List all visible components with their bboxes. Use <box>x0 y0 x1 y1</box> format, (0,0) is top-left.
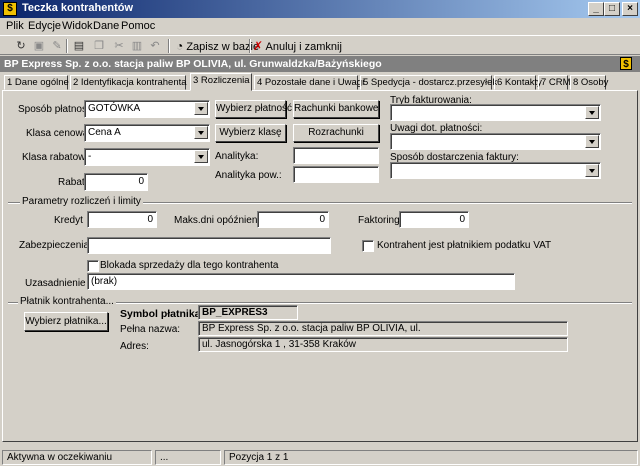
payer-fullname-label: Pełna nazwa: <box>120 324 181 335</box>
billing-mode-select[interactable] <box>390 104 601 121</box>
analytics-extra-label: Analityka pow.: <box>215 170 282 181</box>
bank-accounts-button[interactable]: Rachunki bankowe <box>293 100 379 118</box>
payer-symbol-label: Symbol płatnika: <box>120 308 205 320</box>
justification-field[interactable]: (brak) <box>87 273 515 290</box>
status-state: Aktywna w oczekiwaniu <box>2 450 152 465</box>
payer-group-title: Płatnik kontrahenta... <box>18 296 116 307</box>
payment-method-select[interactable]: GOTÓWKA <box>84 100 210 118</box>
choose-class-button[interactable]: Wybierz klasę <box>215 124 286 142</box>
contractor-name: BP Express Sp. z o.o. stacja paliw BP OL… <box>4 58 382 70</box>
tab-shipping[interactable]: 5 Spedycja - dostarcz.przesyłek <box>360 75 497 90</box>
vat-payer-checkbox[interactable] <box>362 240 374 252</box>
close-button[interactable]: × <box>622 2 638 16</box>
save-to-db-icon: ◔ <box>176 39 184 53</box>
status-position: Pozycja 1 z 1 <box>224 450 638 465</box>
analytics-field[interactable] <box>293 147 379 164</box>
discount-class-label: Klasa rabatowa <box>22 152 91 163</box>
toolbar-separator <box>66 39 68 53</box>
choose-payment-button[interactable]: Wybierz płatność <box>215 100 292 118</box>
cancel-close-label: Anuluj i zamknij <box>265 41 342 53</box>
factoring-label: Faktoring <box>358 215 400 226</box>
toolbar: ↻ ▣ ✎ ▤ ❐ ✂ ▥ ↶ ◔ Zapisz w bazie ✗ Anulu… <box>0 35 640 55</box>
security-field[interactable] <box>87 237 331 254</box>
menu-view[interactable]: Widok <box>62 20 93 32</box>
toolbar-separator <box>249 39 251 53</box>
payment-notes-select[interactable] <box>390 133 601 150</box>
cut-icon[interactable]: ✂ <box>110 38 128 54</box>
justification-label: Uzasadnienie <box>25 278 86 289</box>
tab-contacts[interactable]: 6 Kontakty <box>494 75 542 90</box>
chevron-down-icon[interactable] <box>585 164 599 177</box>
price-class-select[interactable]: Cena A <box>84 124 210 142</box>
payer-address-label: Adres: <box>120 341 149 352</box>
cancel-close-button[interactable]: ✗ Anuluj i zamknij <box>253 38 342 54</box>
app-icon: $ <box>3 2 17 16</box>
copy-icon[interactable]: ❐ <box>90 38 108 54</box>
menu-file[interactable]: Plik <box>6 20 24 32</box>
chevron-down-icon[interactable] <box>194 126 208 139</box>
chevron-down-icon[interactable] <box>585 106 599 119</box>
payer-fullname-value: BP Express Sp. z o.o. stacja paliw BP OL… <box>198 321 568 336</box>
analytics-extra-field[interactable] <box>293 166 379 183</box>
tab-other-data[interactable]: 4 Pozostałe dane i Uwagi <box>254 75 364 90</box>
payer-address-value: ul. Jasnogórska 1 , 31-358 Kraków <box>198 337 568 352</box>
discount-class-select[interactable]: - <box>84 148 210 166</box>
minimize-button[interactable]: _ <box>588 2 604 16</box>
settlements-button[interactable]: Rozrachunki <box>293 124 379 142</box>
title-bar: $ Teczka kontrahentów _ □ × <box>0 0 640 18</box>
tab-crm[interactable]: 7 CRM <box>538 75 571 90</box>
payment-method-value: GOTÓWKA <box>88 103 141 114</box>
tab-identification[interactable]: 2 Identyfikacja kontrahenta <box>70 75 187 90</box>
menu-bar: Plik Edycje Widok Dane Pomoc <box>0 18 640 35</box>
window-title: Teczka kontrahentów <box>22 2 134 14</box>
menu-data[interactable]: Dane <box>93 20 119 32</box>
credit-field[interactable]: 0 <box>87 211 157 228</box>
tab-general[interactable]: 1 Dane ogólne <box>4 75 69 90</box>
chevron-down-icon[interactable] <box>194 150 208 163</box>
discount-class-value: - <box>88 151 92 162</box>
chevron-down-icon[interactable] <box>194 102 208 115</box>
max-delay-field[interactable]: 0 <box>257 211 329 228</box>
vat-payer-label: Kontrahent jest płatnikiem podatku VAT <box>377 240 552 251</box>
status-dots: ... <box>155 450 221 465</box>
invoice-delivery-select[interactable] <box>390 162 601 179</box>
discount-label: Rabat <box>58 177 85 188</box>
limits-group-title: Parametry rozliczeń i limity <box>20 196 143 207</box>
save-to-db-button[interactable]: ◔ Zapisz w bazie <box>176 38 259 54</box>
undo-icon[interactable]: ↶ <box>146 38 164 54</box>
credit-label: Kredyt <box>54 215 83 226</box>
price-class-label: Klasa cenowa <box>26 128 89 139</box>
status-bar: Aktywna w oczekiwaniu ... Pozycja 1 z 1 <box>0 448 640 466</box>
security-label: Zabezpieczenia <box>19 240 90 251</box>
toolbar-separator <box>168 39 170 53</box>
cancel-icon: ✗ <box>253 39 264 53</box>
delete-icon[interactable]: ✎ <box>48 38 66 54</box>
choose-payer-button[interactable]: Wybierz płatnika... <box>24 312 108 331</box>
factoring-field[interactable]: 0 <box>399 211 469 228</box>
payment-method-label: Sposób płatności <box>18 104 95 115</box>
contractor-header: BP Express Sp. z o.o. stacja paliw BP OL… <box>0 56 640 72</box>
maximize-button[interactable]: □ <box>604 2 620 16</box>
menu-edit[interactable]: Edycje <box>28 20 61 32</box>
refresh-icon[interactable]: ↻ <box>12 38 30 54</box>
save-icon[interactable]: ▣ <box>30 38 48 54</box>
tab-settlements[interactable]: 3 Rozliczenia <box>190 73 252 91</box>
menu-help[interactable]: Pomoc <box>121 20 155 32</box>
paste-icon[interactable]: ▥ <box>128 38 146 54</box>
sales-block-label: Blokada sprzedaży dla tego kontrahenta <box>100 260 279 271</box>
payer-symbol-value: BP_EXPRES3 <box>198 305 298 320</box>
chevron-down-icon[interactable] <box>585 135 599 148</box>
tab-strip: 1 Dane ogólne 2 Identyfikacja kontrahent… <box>0 73 640 91</box>
sales-block-checkbox[interactable] <box>87 260 99 272</box>
analytics-label: Analityka: <box>215 151 259 162</box>
properties-icon[interactable]: ▤ <box>70 38 88 54</box>
tab-persons[interactable]: 8 Osoby <box>570 75 608 90</box>
max-delay-label: Maks.dni opóźnienia: <box>174 215 268 226</box>
contractor-badge-icon: $ <box>620 57 632 70</box>
price-class-value: Cena A <box>88 127 121 138</box>
discount-field[interactable]: 0 <box>84 173 148 191</box>
